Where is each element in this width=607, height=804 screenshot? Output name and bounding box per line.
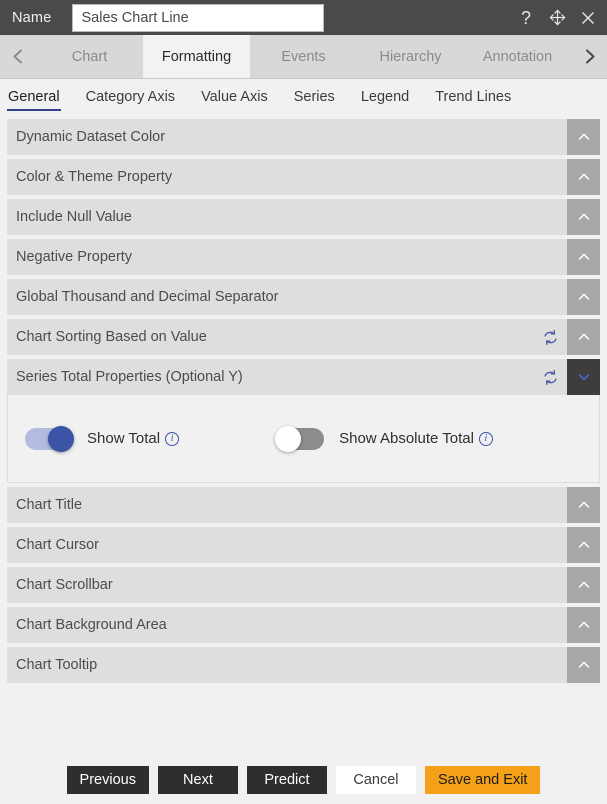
accordion-title[interactable]: Chart Tooltip	[7, 647, 567, 683]
accordion-section-chart-background-area[interactable]: Chart Background Area	[7, 607, 600, 643]
show-total-toggle[interactable]	[25, 425, 74, 452]
save-and-exit-button[interactable]: Save and Exit	[424, 766, 541, 794]
refresh-icon[interactable]	[542, 329, 559, 346]
subtab-series[interactable]: Series	[292, 87, 337, 110]
sub-tabstrip: General Category Axis Value Axis Series …	[0, 79, 607, 117]
accordion-title[interactable]: Chart Background Area	[7, 607, 567, 643]
chevron-up-icon[interactable]	[567, 319, 600, 355]
toggle-knob	[48, 425, 74, 452]
tab-formatting-label: Formatting	[161, 48, 232, 65]
chevron-up-icon[interactable]	[567, 567, 600, 603]
chevron-up-icon[interactable]	[567, 119, 600, 155]
show-absolute-total-label: Show Absolute Total	[339, 430, 474, 447]
name-input[interactable]	[72, 3, 325, 32]
series-total-properties-panel: Show Total i Show Absolute Total i	[7, 395, 600, 483]
close-icon[interactable]	[578, 8, 598, 28]
accordion-row-icons	[542, 359, 567, 395]
tab-hierarchy-label: Hierarchy	[379, 48, 442, 65]
tab-chart-label: Chart	[71, 48, 108, 65]
subtab-general-label: General	[8, 88, 60, 105]
tabstrip-prev-arrow-icon[interactable]	[0, 35, 36, 78]
accordion-section-chart-sorting-based-on-value[interactable]: Chart Sorting Based on Value	[7, 319, 600, 355]
previous-button[interactable]: Previous	[66, 766, 149, 794]
show-absolute-total-info-icon[interactable]: i	[478, 431, 493, 446]
toggle-knob	[275, 425, 302, 452]
titlebar-icon-group: ?	[516, 0, 598, 35]
accordion-title[interactable]: Chart Cursor	[7, 527, 567, 563]
window-titlebar: Name ?	[0, 0, 607, 35]
chevron-up-icon[interactable]	[567, 199, 600, 235]
chevron-up-icon[interactable]	[567, 487, 600, 523]
accordion-title[interactable]: Chart Scrollbar	[7, 567, 567, 603]
chevron-up-icon[interactable]	[567, 527, 600, 563]
accordion-section-chart-scrollbar[interactable]: Chart Scrollbar	[7, 567, 600, 603]
accordion-section-chart-tooltip[interactable]: Chart Tooltip	[7, 647, 600, 683]
subtab-value-axis-label: Value Axis	[201, 88, 268, 105]
chevron-up-icon[interactable]	[567, 239, 600, 275]
chevron-up-icon[interactable]	[567, 279, 600, 315]
tab-annotation-label: Annotation	[482, 48, 553, 65]
tabstrip-tabs: Chart Formatting Events Hierarchy Annota…	[36, 35, 571, 78]
subtab-value-axis[interactable]: Value Axis	[199, 87, 270, 110]
tab-events[interactable]: Events	[250, 35, 357, 78]
name-label: Name	[12, 9, 52, 26]
show-absolute-total-toggle-group: Show Absolute Total i	[275, 425, 493, 452]
subtab-legend[interactable]: Legend	[359, 87, 411, 110]
subtab-category-axis[interactable]: Category Axis	[84, 87, 177, 110]
subtab-trend-lines[interactable]: Trend Lines	[433, 87, 513, 110]
next-button[interactable]: Next	[157, 766, 238, 794]
formatting-general-panel-list: Dynamic Dataset Color Color & Theme Prop…	[0, 117, 607, 683]
subtab-category-axis-label: Category Axis	[85, 88, 176, 105]
chevron-up-icon[interactable]	[567, 607, 600, 643]
dialog-footer: Previous Next Predict Cancel Save and Ex…	[0, 694, 607, 804]
tab-annotation[interactable]: Annotation	[464, 35, 571, 78]
subtab-general[interactable]: General	[6, 87, 62, 111]
accordion-title[interactable]: Negative Property	[7, 239, 567, 275]
predict-button[interactable]: Predict	[246, 766, 327, 794]
accordion-section-include-null-value[interactable]: Include Null Value	[7, 199, 600, 235]
accordion-title[interactable]: Global Thousand and Decimal Separator	[7, 279, 567, 315]
subtab-legend-label: Legend	[360, 88, 410, 105]
chevron-up-icon[interactable]	[567, 647, 600, 683]
accordion-title[interactable]: Chart Title	[7, 487, 567, 523]
refresh-icon[interactable]	[542, 369, 559, 386]
show-absolute-total-toggle[interactable]	[275, 425, 325, 452]
accordion-title[interactable]: Dynamic Dataset Color	[7, 119, 567, 155]
accordion-section-negative-property[interactable]: Negative Property	[7, 239, 600, 275]
accordion-section-color-theme-property[interactable]: Color & Theme Property	[7, 159, 600, 195]
accordion-row-icons	[542, 319, 567, 355]
show-total-toggle-group: Show Total i	[25, 425, 180, 452]
accordion-title[interactable]: Series Total Properties (Optional Y)	[7, 359, 542, 395]
subtab-series-label: Series	[293, 88, 335, 105]
show-total-info-icon[interactable]: i	[165, 431, 180, 446]
main-tabstrip: Chart Formatting Events Hierarchy Annota…	[0, 35, 607, 79]
tab-formatting[interactable]: Formatting	[143, 35, 250, 78]
accordion-title[interactable]: Chart Sorting Based on Value	[7, 319, 542, 355]
chevron-down-icon[interactable]	[567, 359, 600, 395]
accordion-section-series-total-properties[interactable]: Series Total Properties (Optional Y)	[7, 359, 600, 395]
show-total-label: Show Total	[87, 430, 161, 447]
accordion-title[interactable]: Include Null Value	[7, 199, 567, 235]
subtab-trend-lines-label: Trend Lines	[435, 88, 512, 105]
cancel-button[interactable]: Cancel	[335, 766, 416, 794]
accordion-section-chart-cursor[interactable]: Chart Cursor	[7, 527, 600, 563]
move-icon[interactable]	[547, 8, 567, 28]
tab-chart[interactable]: Chart	[36, 35, 143, 78]
help-icon[interactable]: ?	[516, 8, 536, 28]
chevron-up-icon[interactable]	[567, 159, 600, 195]
accordion-section-dynamic-dataset-color[interactable]: Dynamic Dataset Color	[7, 119, 600, 155]
accordion-section-chart-title[interactable]: Chart Title	[7, 487, 600, 523]
accordion-section-global-thousand-decimal-separator[interactable]: Global Thousand and Decimal Separator	[7, 279, 600, 315]
tab-hierarchy[interactable]: Hierarchy	[357, 35, 464, 78]
tab-events-label: Events	[281, 48, 326, 65]
accordion-title[interactable]: Color & Theme Property	[7, 159, 567, 195]
tabstrip-next-arrow-icon[interactable]	[571, 35, 607, 78]
